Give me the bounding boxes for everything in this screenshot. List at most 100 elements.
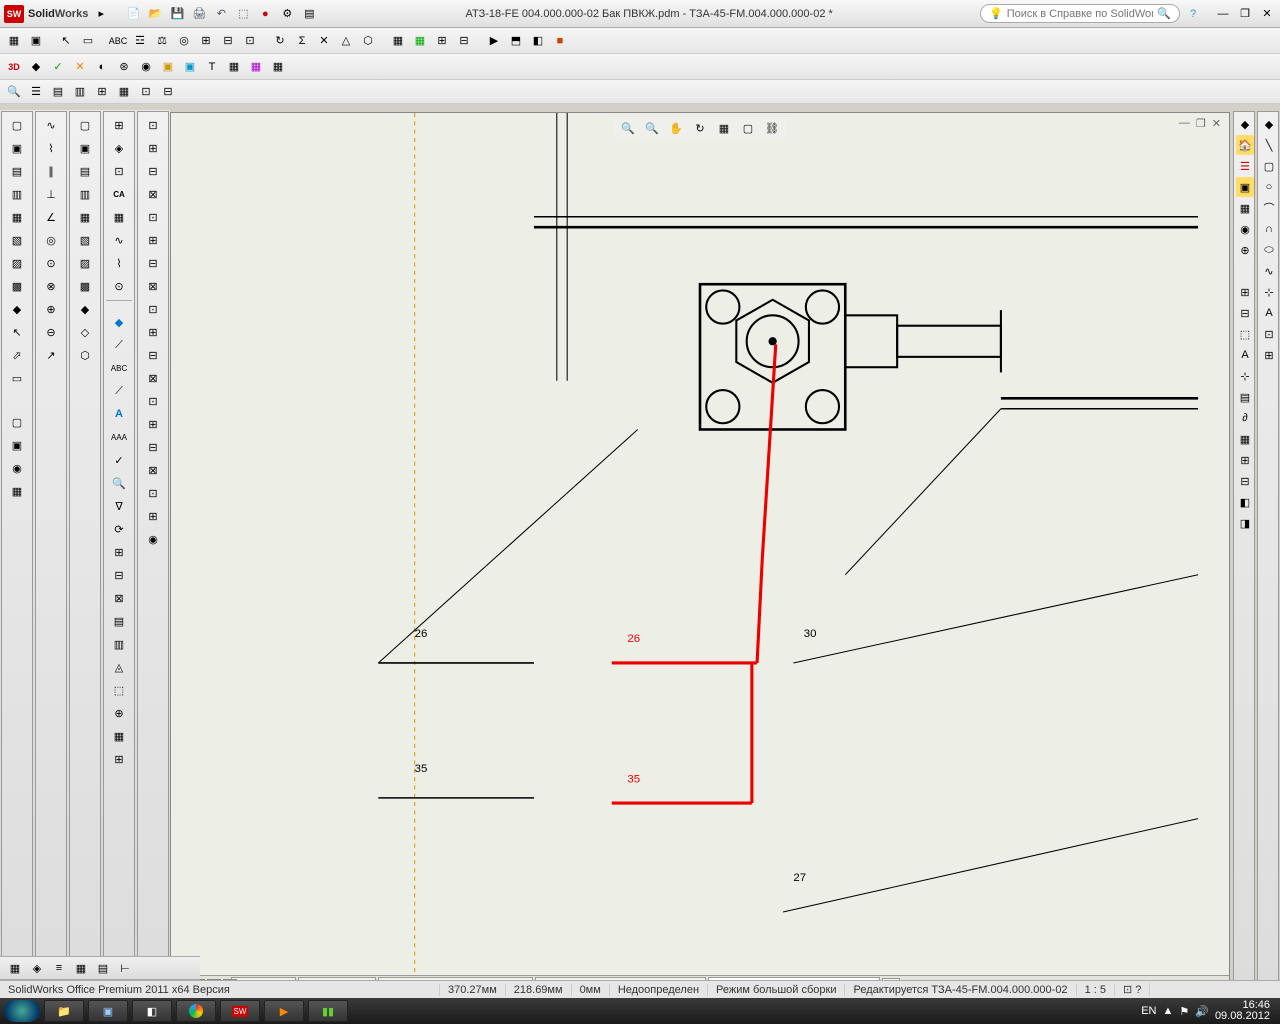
- tb2-btn[interactable]: 3D: [4, 57, 24, 77]
- tc5-btn[interactable]: ⊡: [140, 482, 166, 504]
- rc1-btn[interactable]: ◆: [1236, 114, 1254, 134]
- tb2-btn[interactable]: ✕: [70, 57, 90, 77]
- doc-restore-button[interactable]: ❐: [1196, 117, 1206, 130]
- tc1-btn[interactable]: ▢: [4, 114, 30, 136]
- tc4-btn[interactable]: ⊞: [106, 541, 132, 563]
- tc4-btn[interactable]: ◬: [106, 656, 132, 678]
- close-button[interactable]: ✕: [1258, 5, 1276, 23]
- tc1-btn[interactable]: ▦: [4, 206, 30, 228]
- tc2-btn[interactable]: ◎: [38, 229, 64, 251]
- tc2-btn[interactable]: ⊖: [38, 321, 64, 343]
- tc5-btn[interactable]: ⊡: [140, 114, 166, 136]
- tc3-btn[interactable]: ⬡: [72, 344, 98, 366]
- tb1-btn[interactable]: ▭: [78, 31, 98, 51]
- tc4-btn[interactable]: ⊕: [106, 702, 132, 724]
- tc4-btn[interactable]: ⊠: [106, 587, 132, 609]
- tb1-btn[interactable]: ✕: [314, 31, 334, 51]
- vt-btn[interactable]: ⛓: [763, 119, 781, 137]
- rc2-btn[interactable]: ○: [1260, 177, 1278, 197]
- tray-volume-icon[interactable]: 🔊: [1195, 1005, 1209, 1018]
- tb1-btn[interactable]: ◎: [174, 31, 194, 51]
- tc3-btn[interactable]: ◇: [72, 321, 98, 343]
- task-explorer[interactable]: 📁: [44, 1000, 84, 1022]
- tc1-btn[interactable]: ▢: [4, 411, 30, 433]
- tc1-btn[interactable]: ↖: [4, 321, 30, 343]
- tb2-btn[interactable]: ✓: [48, 57, 68, 77]
- rc1-btn[interactable]: ⊕: [1236, 240, 1254, 260]
- bt-btn[interactable]: ≡: [50, 959, 68, 977]
- tc3-btn[interactable]: ◆: [72, 298, 98, 320]
- rc1-btn[interactable]: ▦: [1236, 429, 1254, 449]
- tc5-btn[interactable]: ⊞: [140, 505, 166, 527]
- tb3-btn[interactable]: 🔍: [4, 82, 24, 102]
- rc2-btn[interactable]: ╲: [1260, 135, 1278, 155]
- tray-lang[interactable]: EN: [1141, 1005, 1156, 1017]
- task-btn[interactable]: ▮▮: [308, 1000, 348, 1022]
- save-button[interactable]: [168, 5, 186, 23]
- tc1-btn[interactable]: ▩: [4, 275, 30, 297]
- tc5-btn[interactable]: ⊞: [140, 137, 166, 159]
- tc4-btn[interactable]: 🔍: [106, 472, 132, 494]
- help-search[interactable]: 💡 🔍: [980, 4, 1180, 23]
- tc4-btn[interactable]: ⊟: [106, 564, 132, 586]
- tc2-btn[interactable]: ↗: [38, 344, 64, 366]
- tc5-btn[interactable]: ◉: [140, 528, 166, 550]
- tc5-btn[interactable]: ⊡: [140, 206, 166, 228]
- tb1-btn[interactable]: ▦: [388, 31, 408, 51]
- rc1-btn[interactable]: ◧: [1236, 492, 1254, 512]
- rc1-btn[interactable]: ⊟: [1236, 303, 1254, 323]
- tc2-btn[interactable]: ∠: [38, 206, 64, 228]
- tb1-btn[interactable]: △: [336, 31, 356, 51]
- select-button[interactable]: [234, 5, 252, 23]
- rc2-btn[interactable]: ⊡: [1260, 324, 1278, 344]
- tc3-btn[interactable]: ▣: [72, 137, 98, 159]
- rc2-btn[interactable]: ∿: [1260, 261, 1278, 281]
- tc1-btn[interactable]: ⬀: [4, 344, 30, 366]
- tc4-btn[interactable]: ∇: [106, 495, 132, 517]
- options-button[interactable]: [278, 5, 296, 23]
- rc1-btn[interactable]: ⊞: [1236, 450, 1254, 470]
- tc4-btn[interactable]: ⟋: [106, 380, 132, 402]
- bt-btn[interactable]: ▦: [72, 959, 90, 977]
- tc5-btn[interactable]: ⊟: [140, 436, 166, 458]
- tb3-btn[interactable]: ⊡: [136, 82, 156, 102]
- minimize-button[interactable]: —: [1214, 5, 1232, 23]
- tc2-btn[interactable]: ∿: [38, 114, 64, 136]
- zoom-area-button[interactable]: 🔍: [643, 119, 661, 137]
- tc5-btn[interactable]: ⊟: [140, 252, 166, 274]
- vt-btn[interactable]: ▢: [739, 119, 757, 137]
- tc4-btn[interactable]: ✓: [106, 449, 132, 471]
- tb2-btn[interactable]: ◆: [26, 57, 46, 77]
- tc4-btn[interactable]: ▦: [106, 206, 132, 228]
- cursor-button[interactable]: ↖: [56, 31, 76, 51]
- tb2-btn[interactable]: T: [202, 57, 222, 77]
- tc1-btn[interactable]: ◉: [4, 457, 30, 479]
- tb2-btn[interactable]: ▦: [268, 57, 288, 77]
- tb1-btn[interactable]: ⬒: [506, 31, 526, 51]
- rc1-btn[interactable]: ▣: [1236, 177, 1254, 197]
- bt-btn[interactable]: ▤: [94, 959, 112, 977]
- tc2-btn[interactable]: ⊙: [38, 252, 64, 274]
- tc5-btn[interactable]: ⊟: [140, 160, 166, 182]
- tb1-btn[interactable]: ▦: [4, 31, 24, 51]
- tc1-btn[interactable]: ◆: [4, 298, 30, 320]
- tc4-btn[interactable]: CA: [106, 183, 132, 205]
- rc2-btn[interactable]: A: [1260, 303, 1278, 323]
- tb3-btn[interactable]: ☰: [26, 82, 46, 102]
- task-chrome[interactable]: [176, 1000, 216, 1022]
- doc-close-button[interactable]: ✕: [1212, 117, 1221, 130]
- tb1-btn[interactable]: ■: [550, 31, 570, 51]
- tb3-btn[interactable]: ⊞: [92, 82, 112, 102]
- tc4-btn[interactable]: ▥: [106, 633, 132, 655]
- rc1-btn[interactable]: ∂: [1236, 408, 1254, 428]
- dim-smart-button[interactable]: ◆: [106, 311, 132, 333]
- rc2-btn[interactable]: ⊞: [1260, 345, 1278, 365]
- tc4-btn[interactable]: AAA: [106, 426, 132, 448]
- spell-button[interactable]: ABC: [108, 31, 128, 51]
- open-button[interactable]: [146, 5, 164, 23]
- rc1-btn[interactable]: ◨: [1236, 513, 1254, 533]
- pan-button[interactable]: ✋: [667, 119, 685, 137]
- rc1-btn[interactable]: ☰: [1236, 156, 1254, 176]
- rc2-btn[interactable]: ⌒: [1260, 198, 1278, 218]
- tc5-btn[interactable]: ⊡: [140, 298, 166, 320]
